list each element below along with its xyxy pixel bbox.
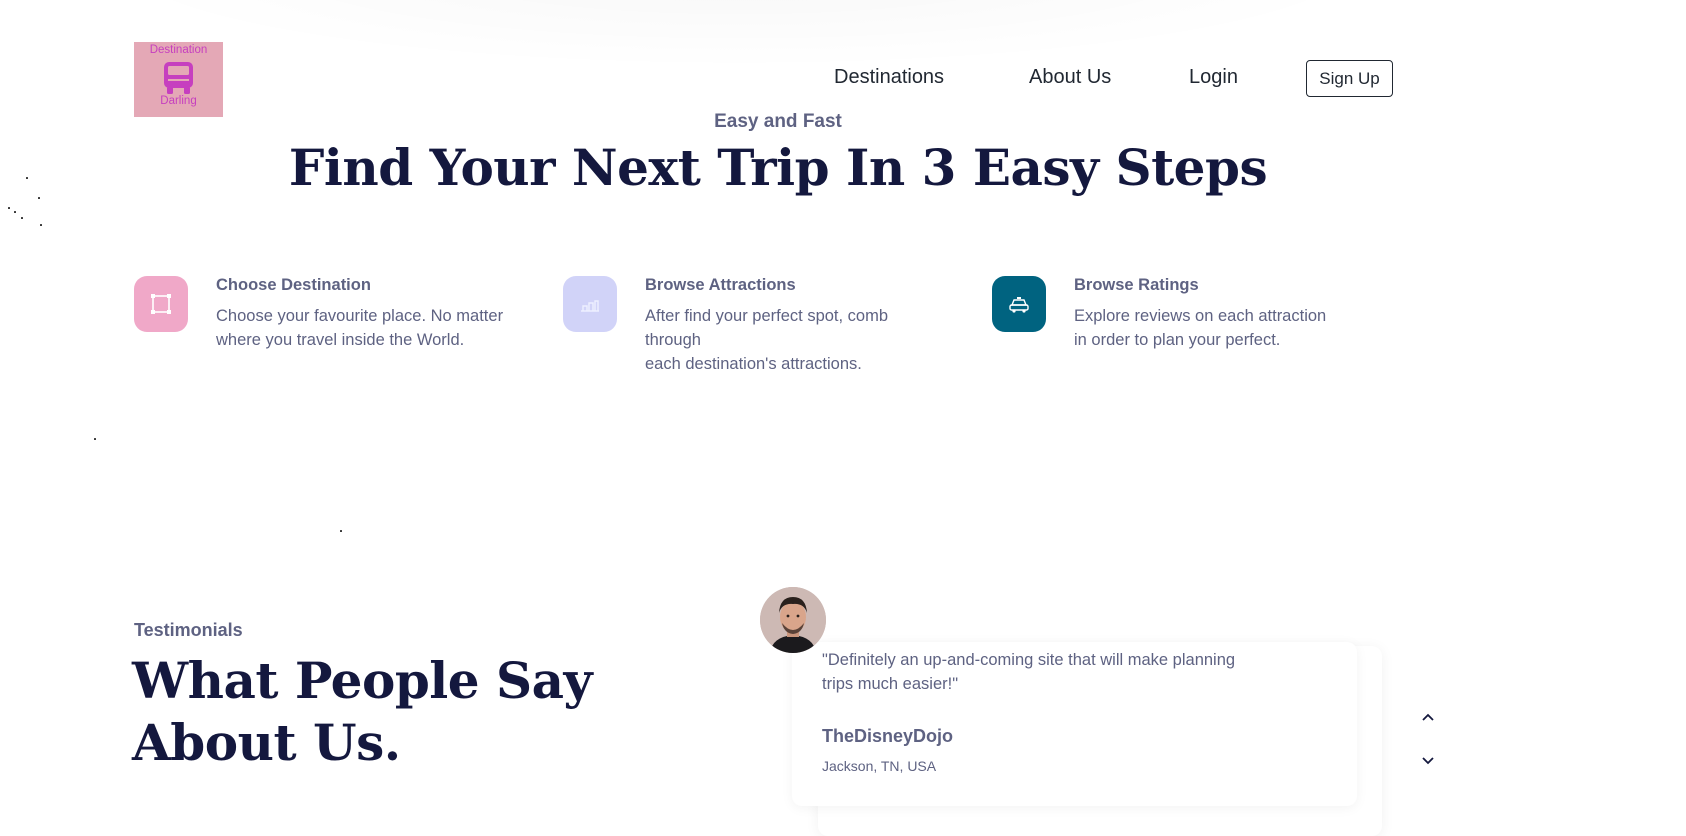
step-title: Browse Ratings [1074,276,1199,294]
header-background [80,0,1400,70]
avatar [760,587,826,653]
step-title: Browse Attractions [645,276,796,294]
site-logo[interactable]: Destination Darling [134,42,223,117]
step-description: Choose your favourite place. No matter w… [216,307,504,349]
testimonial-author: TheDisneyDojo [822,726,954,746]
bus-icon [164,62,193,94]
testimonials-eyebrow: Testimonials [134,620,243,640]
logo-top-text: Destination [149,44,208,56]
step-description: Explore reviews on each attraction in or… [1074,307,1327,349]
chevron-down-icon[interactable] [1418,751,1438,771]
testimonials-title: What People Say About Us. [132,651,593,772]
selection-square-icon [134,276,188,332]
testimonial-location: Jackson, TN, USA [822,758,937,774]
nav-about-us[interactable]: About Us [1029,66,1111,89]
hero-title: Find Your Next Trip In 3 Easy Steps [288,138,1268,197]
testimonial-quote: "Definitely an up-and-coming site that w… [822,651,1236,693]
nav-destinations[interactable]: Destinations [834,66,944,89]
step-title: Choose Destination [216,276,371,294]
step-description: After find your perfect spot, comb throu… [645,307,889,373]
sign-up-button[interactable]: Sign Up [1306,60,1393,97]
testimonial-card: "Definitely an up-and-coming site that w… [792,642,1357,806]
chevron-up-icon[interactable] [1418,707,1438,727]
nav-login[interactable]: Login [1189,66,1238,89]
attractions-icon [563,276,617,332]
logo-bottom-text: Darling [160,95,197,107]
hero-eyebrow: Easy and Fast [714,111,842,132]
taxi-icon [992,276,1046,332]
